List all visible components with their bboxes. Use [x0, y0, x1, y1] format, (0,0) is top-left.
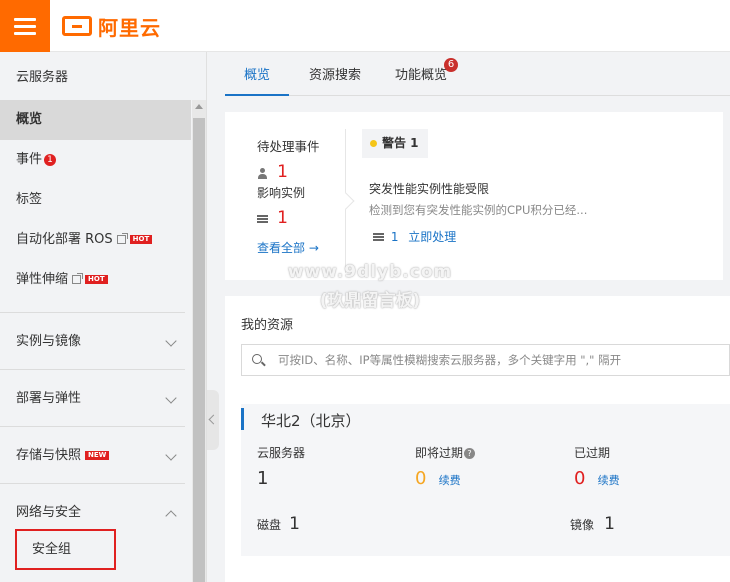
sidebar-collapse-handle[interactable]	[207, 390, 219, 450]
event-title: 突发性能实例性能受限	[369, 182, 490, 196]
expired-value[interactable]: 0	[574, 468, 585, 489]
event-instance-count[interactable]: 1	[391, 230, 399, 244]
tab-label: 概览	[243, 68, 270, 83]
expiring-label: 即将过期	[415, 446, 464, 460]
handle-now-link[interactable]: 立即处理	[408, 230, 456, 244]
sidebar-item-label: 自动化部署 ROS	[16, 232, 113, 247]
sidebar-title: 云服务器	[16, 70, 69, 85]
tab-label: 资源搜索	[308, 68, 361, 83]
sidebar-item-label: 安全组	[32, 542, 72, 557]
hot-tag: HOT	[129, 235, 153, 244]
search-icon	[252, 354, 262, 364]
logo-text: 阿里云	[98, 15, 161, 40]
sidebar-group-instances-images[interactable]: 实例与镜像	[0, 312, 185, 369]
renew-link[interactable]: 续费	[598, 474, 620, 487]
chevron-down-icon	[165, 449, 177, 461]
image-value[interactable]: 1	[604, 514, 615, 534]
warning-tab[interactable]: 警告 1	[362, 129, 428, 158]
expiring-row: 0 续费	[415, 468, 461, 489]
menu-line	[14, 24, 36, 28]
menu-line	[14, 17, 36, 21]
my-resources-title: 我的资源	[241, 318, 294, 333]
expired-label: 已过期	[574, 446, 611, 460]
search-placeholder: 可按ID、名称、IP等属性模糊搜索云服务器，多个关键字用 "," 隔开	[278, 353, 622, 367]
sidebar-scrollbar[interactable]	[192, 100, 206, 582]
warning-dot-icon	[370, 140, 377, 147]
view-all-link[interactable]: 查看全部 →	[257, 239, 319, 256]
sidebar-item-security-group[interactable]: 安全组	[15, 529, 116, 570]
pending-count-row: 1	[257, 162, 288, 182]
region-title[interactable]: 华北2（北京）	[261, 410, 361, 431]
server-icon	[373, 232, 384, 243]
disk-value[interactable]: 1	[289, 514, 300, 534]
image-label: 镜像	[570, 518, 595, 532]
tab-feature-overview[interactable]: 功能概览	[395, 52, 447, 96]
event-person-icon	[257, 168, 268, 179]
image-row: 镜像 1	[570, 514, 615, 534]
expiring-value[interactable]: 0	[415, 468, 426, 489]
aliyun-logo[interactable]: 阿里云	[62, 12, 161, 40]
affected-count-row: 1	[257, 208, 288, 228]
expiring-label-row: 即将过期?	[415, 444, 476, 461]
sidebar-item-overview[interactable]: 概览	[0, 100, 191, 140]
tab-bar: 概览 资源搜索 功能概览 6	[225, 52, 730, 96]
sidebar-group-label: 网络与安全	[16, 505, 82, 520]
chevron-down-icon	[165, 392, 177, 404]
hamburger-menu-button[interactable]	[0, 0, 50, 52]
disk-label: 磁盘	[257, 518, 282, 532]
sidebar-group-deploy-elastic[interactable]: 部署与弹性	[0, 369, 185, 426]
sidebar-item-label: 概览	[16, 112, 43, 127]
aliyun-logo-icon	[62, 16, 92, 36]
external-link-icon	[72, 273, 84, 284]
sidebar-item-events[interactable]: 事件 1	[0, 140, 191, 180]
my-resources-card: 我的资源 可按ID、名称、IP等属性模糊搜索云服务器，多个关键字用 "," 隔开…	[225, 296, 730, 582]
event-action-row: 1 立即处理	[373, 228, 456, 245]
sidebar-group-label: 存储与快照	[16, 448, 82, 463]
sidebar-item-label: 弹性伸缩	[16, 272, 69, 287]
sidebar-item-ros[interactable]: 自动化部署 ROS HOT	[0, 220, 191, 260]
help-icon[interactable]: ?	[464, 448, 476, 459]
chevron-up-icon	[165, 510, 177, 522]
sidebar-group-storage-snapshot[interactable]: 存储与快照 NEW	[0, 426, 185, 483]
disk-row: 磁盘 1	[257, 514, 300, 534]
sidebar-item-tags[interactable]: 标签	[0, 180, 191, 220]
sidebar-item-label: 事件	[16, 152, 43, 167]
sidebar-list: 概览 事件 1 标签 自动化部署 ROS HOT 弹性伸缩 HOT 实例与镜像 部署与…	[0, 100, 191, 540]
expired-row: 0 续费	[574, 468, 620, 489]
renew-link[interactable]: 续费	[439, 474, 461, 487]
external-link-icon	[116, 233, 128, 244]
event-description: 检测到您有突发性能实例的CPU积分已经...	[369, 203, 588, 217]
servers-label: 云服务器	[257, 446, 306, 460]
scroll-up-arrow-icon[interactable]	[195, 104, 203, 109]
server-icon	[257, 214, 268, 225]
affected-count: 1	[277, 208, 288, 228]
tab-overview[interactable]: 概览	[225, 52, 289, 96]
region-accent-bar	[241, 408, 244, 430]
hot-tag: HOT	[85, 275, 108, 284]
top-bar: 阿里云	[0, 0, 730, 52]
events-count-badge: 1	[44, 153, 57, 166]
feature-count-badge: 6	[444, 58, 458, 72]
sidebar-group-label: 部署与弹性	[16, 391, 82, 406]
region-panel: 华北2（北京） 云服务器 1 即将过期? 0 续费 已过期 0 续费 磁盘 1 …	[241, 404, 730, 556]
chevron-down-icon	[165, 335, 177, 347]
servers-value[interactable]: 1	[257, 468, 268, 489]
sidebar-item-autoscaling[interactable]: 弹性伸缩 HOT	[0, 260, 191, 300]
new-tag: NEW	[85, 451, 110, 460]
pending-events-title: 待处理事件	[257, 139, 320, 154]
pending-count: 1	[277, 162, 288, 182]
resource-search-input[interactable]: 可按ID、名称、IP等属性模糊搜索云服务器，多个关键字用 "," 隔开	[241, 344, 730, 376]
sidebar-group-label: 实例与镜像	[16, 334, 82, 349]
warning-label: 警告 1	[382, 136, 419, 150]
sidebar: 云服务器 概览 事件 1 标签 自动化部署 ROS HOT 弹性伸缩 HOT 实例与镜…	[0, 52, 207, 582]
affected-instances-label: 影响实例	[257, 186, 306, 200]
tab-label: 功能概览	[395, 68, 448, 83]
tab-resource-search[interactable]: 资源搜索	[307, 52, 363, 96]
events-card: 待处理事件 1 影响实例 1 查看全部 → 警告 1 突发性能实例性能受限 检测…	[225, 112, 723, 280]
sidebar-item-label: 标签	[16, 192, 43, 207]
scroll-thumb[interactable]	[193, 118, 205, 582]
menu-line	[14, 31, 36, 35]
